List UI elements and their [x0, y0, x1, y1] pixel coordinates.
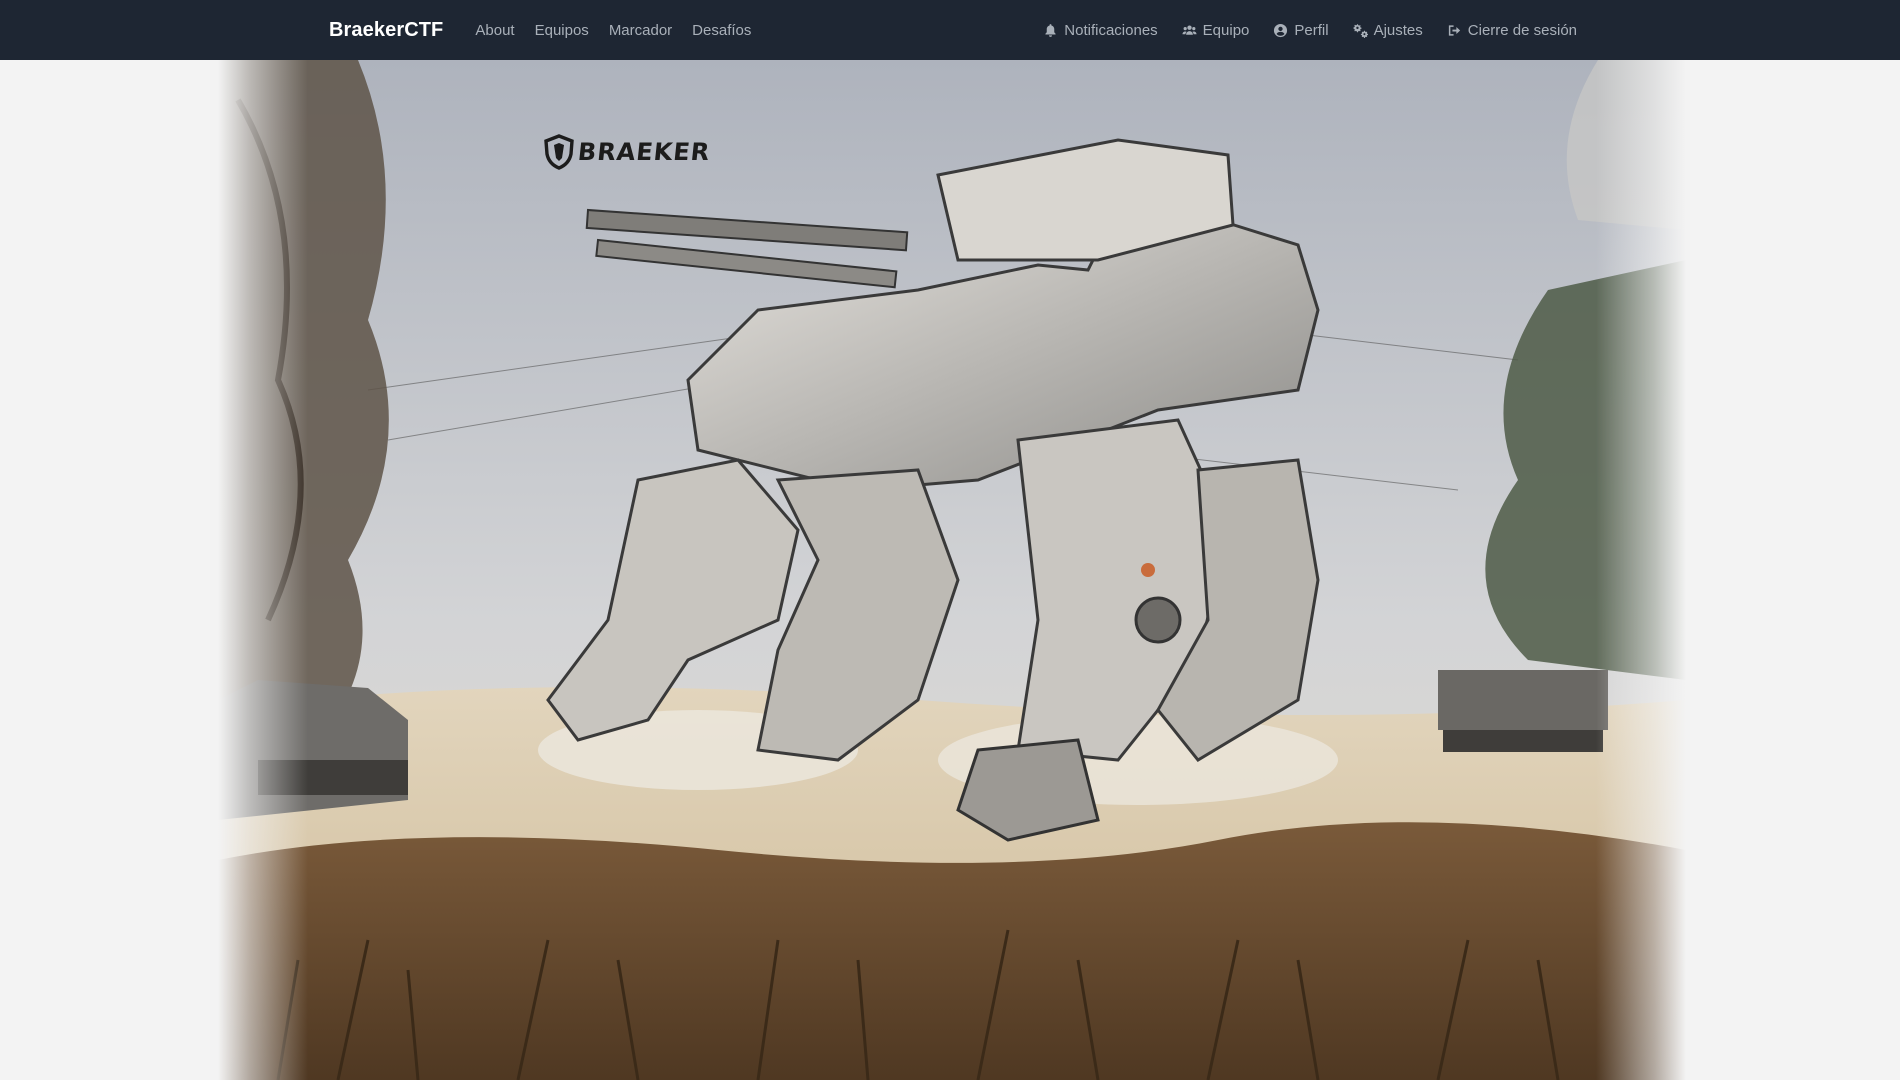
cogs-icon: [1353, 23, 1368, 38]
navbar-right: Notificaciones Equipo Perfil Ajustes Cie…: [1019, 22, 1577, 39]
nav-link-cierre-de-sesion-label: Cierre de sesión: [1467, 21, 1577, 39]
nav-link-notificaciones-label: Notificaciones: [1064, 21, 1158, 39]
braeker-logo: BRAEKER: [544, 134, 712, 170]
hero-banner: BRAEKER: [218, 60, 1686, 1080]
nav-link-ajustes-label: Ajustes: [1373, 21, 1423, 39]
nav-link-cierre-de-sesion[interactable]: Cierre de sesión: [1447, 22, 1577, 39]
navbar-inner: BraekerCTF About Equipos Marcador Desafí…: [329, 0, 1577, 60]
nav-link-equipo[interactable]: Equipo: [1182, 21, 1250, 39]
nav-link-notificaciones[interactable]: Notificaciones: [1043, 21, 1158, 39]
nav-link-equipo-label: Equipo: [1202, 21, 1250, 39]
sign-out-icon: [1448, 24, 1460, 36]
mech-battlefield-illustration: [218, 60, 1686, 1080]
shield-logo-icon: [544, 134, 574, 170]
nav-link-equipos[interactable]: Equipos: [535, 22, 589, 39]
nav-link-perfil[interactable]: Perfil: [1273, 21, 1329, 39]
brand-link[interactable]: BraekerCTF: [329, 19, 443, 42]
nav-link-perfil-label: Perfil: [1294, 21, 1329, 39]
users-icon: [1182, 25, 1197, 35]
navbar-left: BraekerCTF About Equipos Marcador Desafí…: [329, 19, 771, 42]
nav-link-marcador[interactable]: Marcador: [609, 22, 672, 39]
nav-link-about[interactable]: About: [475, 22, 514, 39]
bell-icon: [1045, 23, 1056, 37]
nav-link-ajustes[interactable]: Ajustes: [1353, 22, 1423, 39]
nav-link-desafios[interactable]: Desafíos: [692, 22, 751, 39]
user-circle-icon: [1274, 23, 1288, 37]
logo-wordmark: BRAEKER: [576, 138, 712, 166]
top-navbar: BraekerCTF About Equipos Marcador Desafí…: [0, 0, 1900, 60]
